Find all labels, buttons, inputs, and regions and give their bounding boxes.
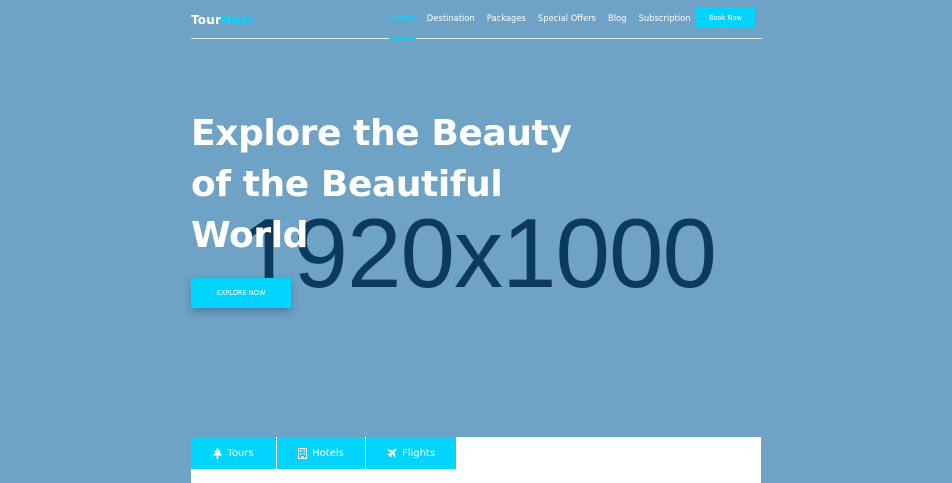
nav-item-destination[interactable]: Destination	[427, 0, 475, 39]
tab-hotels-label: Hotels	[312, 447, 344, 459]
logo-accent: Nest	[221, 13, 253, 27]
page: 1920x1000 TourNest Home Destination Pack…	[0, 0, 952, 483]
hero-title-line-3: World	[191, 215, 309, 256]
logo-prefix: Tour	[191, 13, 222, 27]
nav-item-special-offers[interactable]: Special Offers	[538, 0, 596, 39]
explore-now-button[interactable]: EXPLORE NOW	[191, 278, 291, 308]
nav-item-subscription[interactable]: Subscription	[639, 0, 691, 39]
site-logo[interactable]: TourNest	[191, 13, 253, 27]
nav-item-packages[interactable]: Packages	[487, 0, 526, 39]
site-header: TourNest Home Destination Packages Speci…	[191, 0, 762, 40]
hero-title-line-2: of the Beautiful	[191, 164, 503, 205]
booking-tabs: Tours Hotels Flights	[191, 437, 456, 469]
main-nav: Home Destination Packages Special Offers…	[389, 0, 703, 40]
tab-tours[interactable]: Tours	[191, 437, 277, 469]
tab-flights[interactable]: Flights	[366, 437, 456, 469]
tab-hotels[interactable]: Hotels	[277, 437, 366, 469]
hero-title-line-1: Explore the Beauty	[191, 113, 572, 154]
book-now-button[interactable]: Book Now	[696, 8, 755, 28]
booking-panel: Tours Hotels Flights	[191, 437, 761, 483]
building-icon	[298, 447, 308, 459]
tab-flights-label: Flights	[401, 447, 436, 459]
tab-tours-label: Tours	[227, 447, 254, 459]
tree-icon	[213, 447, 223, 459]
plane-icon	[387, 448, 397, 458]
nav-item-blog[interactable]: Blog	[608, 0, 627, 39]
hero-title: Explore the Beauty of the Beautiful Worl…	[191, 108, 611, 261]
nav-item-home[interactable]: Home	[389, 0, 416, 40]
